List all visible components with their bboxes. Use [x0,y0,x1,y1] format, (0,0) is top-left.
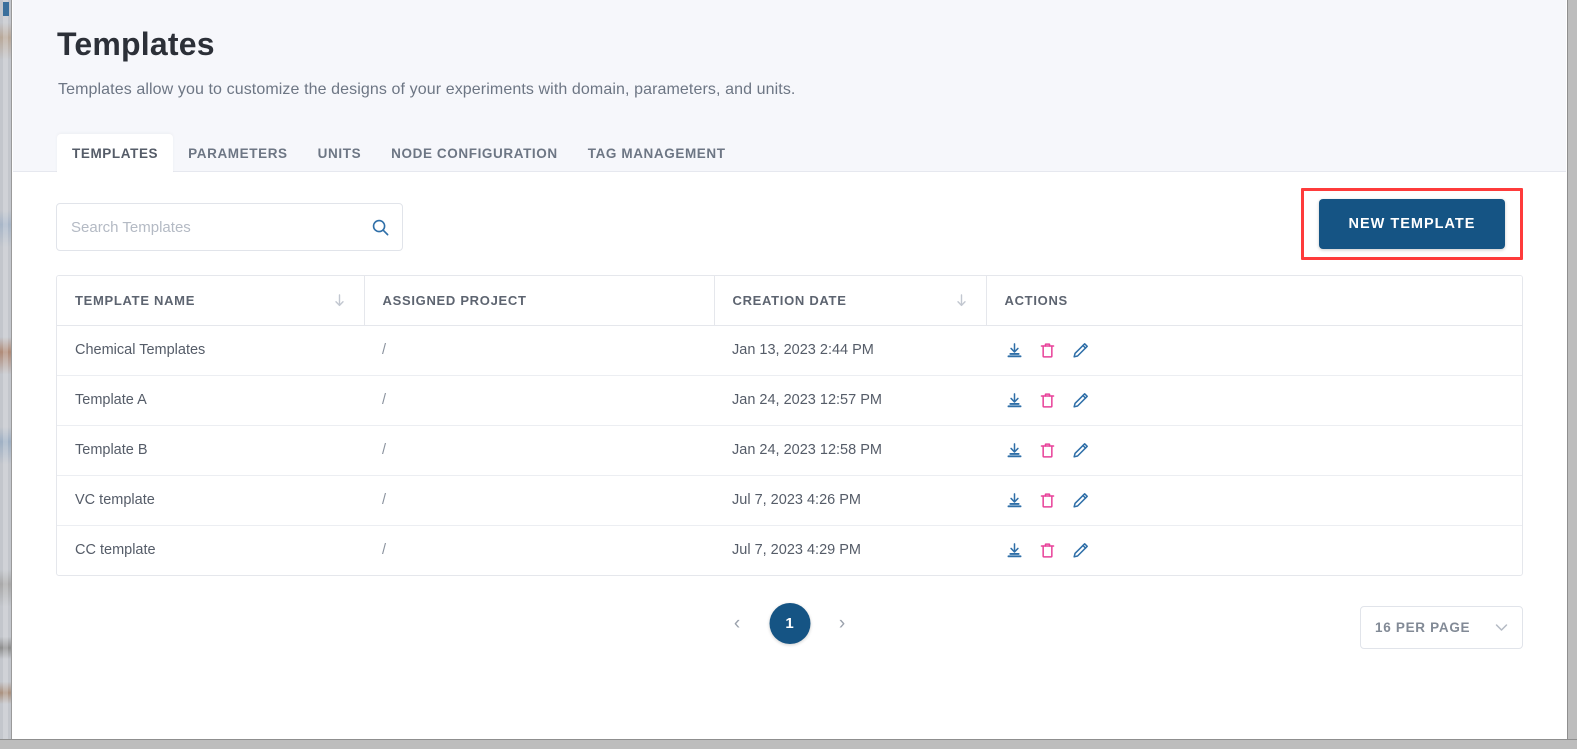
table-row[interactable]: CC template / Jul 7, 2023 4:29 PM [57,525,1522,575]
sort-arrow-template-name-icon[interactable] [333,293,346,308]
new-template-button[interactable]: NEW TEMPLATE [1319,199,1505,249]
tab-units[interactable]: UNITS [303,134,377,173]
download-icon[interactable] [1004,540,1024,560]
search-input[interactable] [57,204,358,250]
left-edge-accent [3,2,9,16]
download-icon[interactable] [1004,490,1024,510]
edit-icon[interactable] [1070,540,1090,560]
cell-creation-date: Jan 13, 2023 2:44 PM [714,325,986,376]
left-edge-strip-inner [3,0,8,749]
table-row[interactable]: Template B / Jan 24, 2023 12:58 PM [57,425,1522,476]
left-edge-strip [0,0,12,749]
delete-icon[interactable] [1037,340,1057,360]
tab-tag-management-label: TAG MANAGEMENT [587,146,726,161]
row-actions [1004,490,1504,510]
pagination-prev-button[interactable]: ‹ [727,610,747,638]
edit-icon[interactable] [1070,490,1090,510]
cell-actions [986,475,1522,526]
tab-node-configuration[interactable]: NODE CONFIGURATION [376,134,573,173]
frame-right-edge [1567,0,1577,749]
cell-creation-date: Jan 24, 2023 12:57 PM [714,375,986,426]
tab-parameters-label: PARAMETERS [188,146,288,161]
pagination-bar: ‹ 1 › 16 PER PAGE [13,600,1566,660]
per-page-select[interactable]: 16 PER PAGE [1360,606,1523,649]
page-subtitle: Templates allow you to customize the des… [58,81,796,98]
cell-template-name: Template B [57,425,364,476]
row-actions [1004,390,1504,410]
delete-icon[interactable] [1037,440,1057,460]
download-icon[interactable] [1004,340,1024,360]
tab-templates-label: TEMPLATES [72,146,159,161]
table-head: TEMPLATE NAME ASSIGNED PROJECT CREATION … [57,276,1522,326]
delete-icon[interactable] [1037,390,1057,410]
table-body: Chemical Templates / Jan 13, 2023 2:44 P… [57,325,1522,575]
column-header-actions: ACTIONS [986,276,1522,326]
screenshot-root: Templates Templates allow you to customi… [0,0,1577,749]
tab-tag-management[interactable]: TAG MANAGEMENT [573,134,741,173]
table-row[interactable]: Template A / Jan 24, 2023 12:57 PM [57,375,1522,426]
cell-assigned-project: / [382,542,387,559]
table-row[interactable]: VC template / Jul 7, 2023 4:26 PM [57,475,1522,526]
page-container: Templates Templates allow you to customi… [13,0,1566,739]
table-header-row: TEMPLATE NAME ASSIGNED PROJECT CREATION … [57,276,1522,326]
sort-arrow-creation-date-icon[interactable] [955,293,968,308]
templates-table-element: TEMPLATE NAME ASSIGNED PROJECT CREATION … [57,276,1522,575]
cell-creation-date: Jul 7, 2023 4:29 PM [732,542,861,559]
page-title: Templates [57,26,215,62]
cell-template-name: CC template [75,542,156,559]
pagination-next-button[interactable]: › [832,610,852,638]
search-icon[interactable] [358,204,402,250]
tab-node-configuration-label: NODE CONFIGURATION [391,146,558,161]
edit-icon[interactable] [1070,440,1090,460]
cell-actions [986,325,1522,376]
edit-icon[interactable] [1070,390,1090,410]
column-header-assigned-project[interactable]: ASSIGNED PROJECT [364,276,715,326]
tab-units-label: UNITS [317,146,362,161]
column-header-template-name-label: TEMPLATE NAME [75,292,196,308]
cell-template-name: Chemical Templates [57,325,364,376]
cell-actions [986,525,1522,575]
cell-actions [986,375,1522,426]
cell-assigned-project: / [364,425,714,476]
row-actions [1004,540,1504,560]
tab-templates[interactable]: TEMPLATES [57,134,174,175]
cell-creation-date: Jul 7, 2023 4:26 PM [714,475,986,526]
frame-bottom-edge [0,739,1577,749]
toolbar: NEW TEMPLATE [13,172,1566,272]
column-header-assigned-project-label: ASSIGNED PROJECT [382,292,527,308]
column-header-creation-date-label: CREATION DATE [732,292,847,308]
pagination-page-1-button[interactable]: 1 [769,603,810,644]
column-header-creation-date[interactable]: CREATION DATE [714,276,987,326]
delete-icon[interactable] [1037,490,1057,510]
cell-template-name: Template A [57,375,364,426]
cell-actions [986,425,1522,476]
row-actions [1004,440,1504,460]
row-actions [1004,340,1504,360]
column-header-template-name[interactable]: TEMPLATE NAME [57,276,365,326]
edit-icon[interactable] [1070,340,1090,360]
new-template-highlight: NEW TEMPLATE [1301,188,1523,260]
cell-assigned-project: / [364,475,714,526]
column-header-actions-label: ACTIONS [1004,292,1068,308]
tab-parameters[interactable]: PARAMETERS [173,134,303,173]
chevron-down-icon[interactable] [1495,619,1508,637]
cell-creation-date: Jan 24, 2023 12:58 PM [714,425,986,476]
cell-template-name: VC template [57,475,364,526]
cell-assigned-project: / [364,325,714,376]
download-icon[interactable] [1004,440,1024,460]
templates-table: TEMPLATE NAME ASSIGNED PROJECT CREATION … [56,275,1523,576]
delete-icon[interactable] [1037,540,1057,560]
tab-bar: TEMPLATES PARAMETERS UNITS NODE CONFIGUR… [57,134,741,175]
cell-assigned-project: / [364,375,714,426]
per-page-label: 16 PER PAGE [1375,620,1471,635]
table-row[interactable]: Chemical Templates / Jan 13, 2023 2:44 P… [57,325,1522,376]
search-box[interactable] [56,203,403,251]
pagination-controls: ‹ 1 › [727,603,852,644]
download-icon[interactable] [1004,390,1024,410]
